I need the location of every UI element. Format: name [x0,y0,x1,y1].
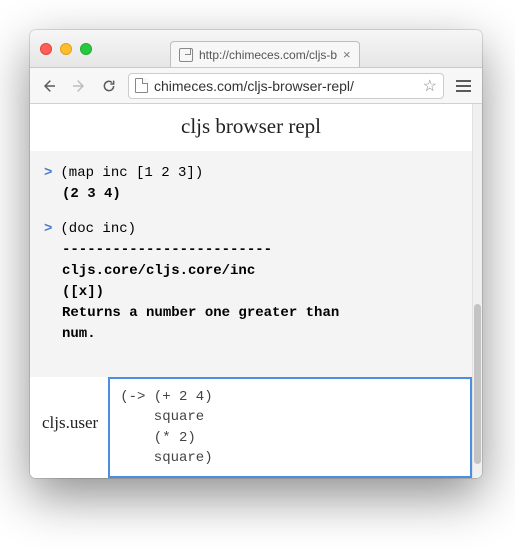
history-input: (map inc [1 2 3]) [60,163,203,184]
namespace-label: cljs.user [30,377,108,478]
page-icon [135,78,148,93]
doc-name: cljs.core/cljs.core/inc [44,261,458,282]
reload-icon [101,78,117,94]
forward-button[interactable] [68,75,90,97]
window-titlebar: http://chimeces.com/cljs-b × [30,30,482,68]
reload-button[interactable] [98,75,120,97]
file-icon [179,48,193,62]
scroll-thumb[interactable] [474,304,481,464]
arrow-left-icon [41,78,57,94]
history-entry: > (map inc [1 2 3]) (2 3 4) [44,163,458,205]
repl-input[interactable]: (-> (+ 2 4) square (* 2) square) [108,377,472,478]
browser-tab[interactable]: http://chimeces.com/cljs-b × [170,41,360,67]
chrome-menu-button[interactable] [452,75,474,97]
bookmark-star-icon[interactable]: ☆ [423,76,437,96]
back-button[interactable] [38,75,60,97]
address-bar[interactable]: chimeces.com/cljs-browser-repl/ ☆ [128,73,444,99]
repl-history: > (map inc [1 2 3]) (2 3 4) > (doc inc) … [30,151,472,377]
doc-description: Returns a number one greater thannum. [44,303,458,345]
close-tab-icon[interactable]: × [343,48,351,61]
browser-window: http://chimeces.com/cljs-b × chimeces.co… [30,30,482,478]
browser-tabbar: http://chimeces.com/cljs-b × [30,41,482,67]
tab-title: http://chimeces.com/cljs-b [199,48,337,62]
prompt-icon: > [44,219,52,240]
history-result: (2 3 4) [44,184,458,205]
doc-separator: ------------------------- [44,240,458,261]
arrow-right-icon [71,78,87,94]
repl-input-row: cljs.user (-> (+ 2 4) square (* 2) squar… [30,377,472,478]
page-title: cljs browser repl [30,104,472,151]
page-content: cljs browser repl > (map inc [1 2 3]) (2… [30,104,482,478]
prompt-icon: > [44,163,52,184]
history-input: (doc inc) [60,219,136,240]
browser-toolbar: chimeces.com/cljs-browser-repl/ ☆ [30,68,482,104]
hamburger-icon [456,80,471,92]
history-entry: > (doc inc) ------------------------- cl… [44,219,458,345]
url-text: chimeces.com/cljs-browser-repl/ [154,78,417,94]
doc-arglist: ([x]) [44,282,458,303]
vertical-scrollbar[interactable] [472,104,482,478]
